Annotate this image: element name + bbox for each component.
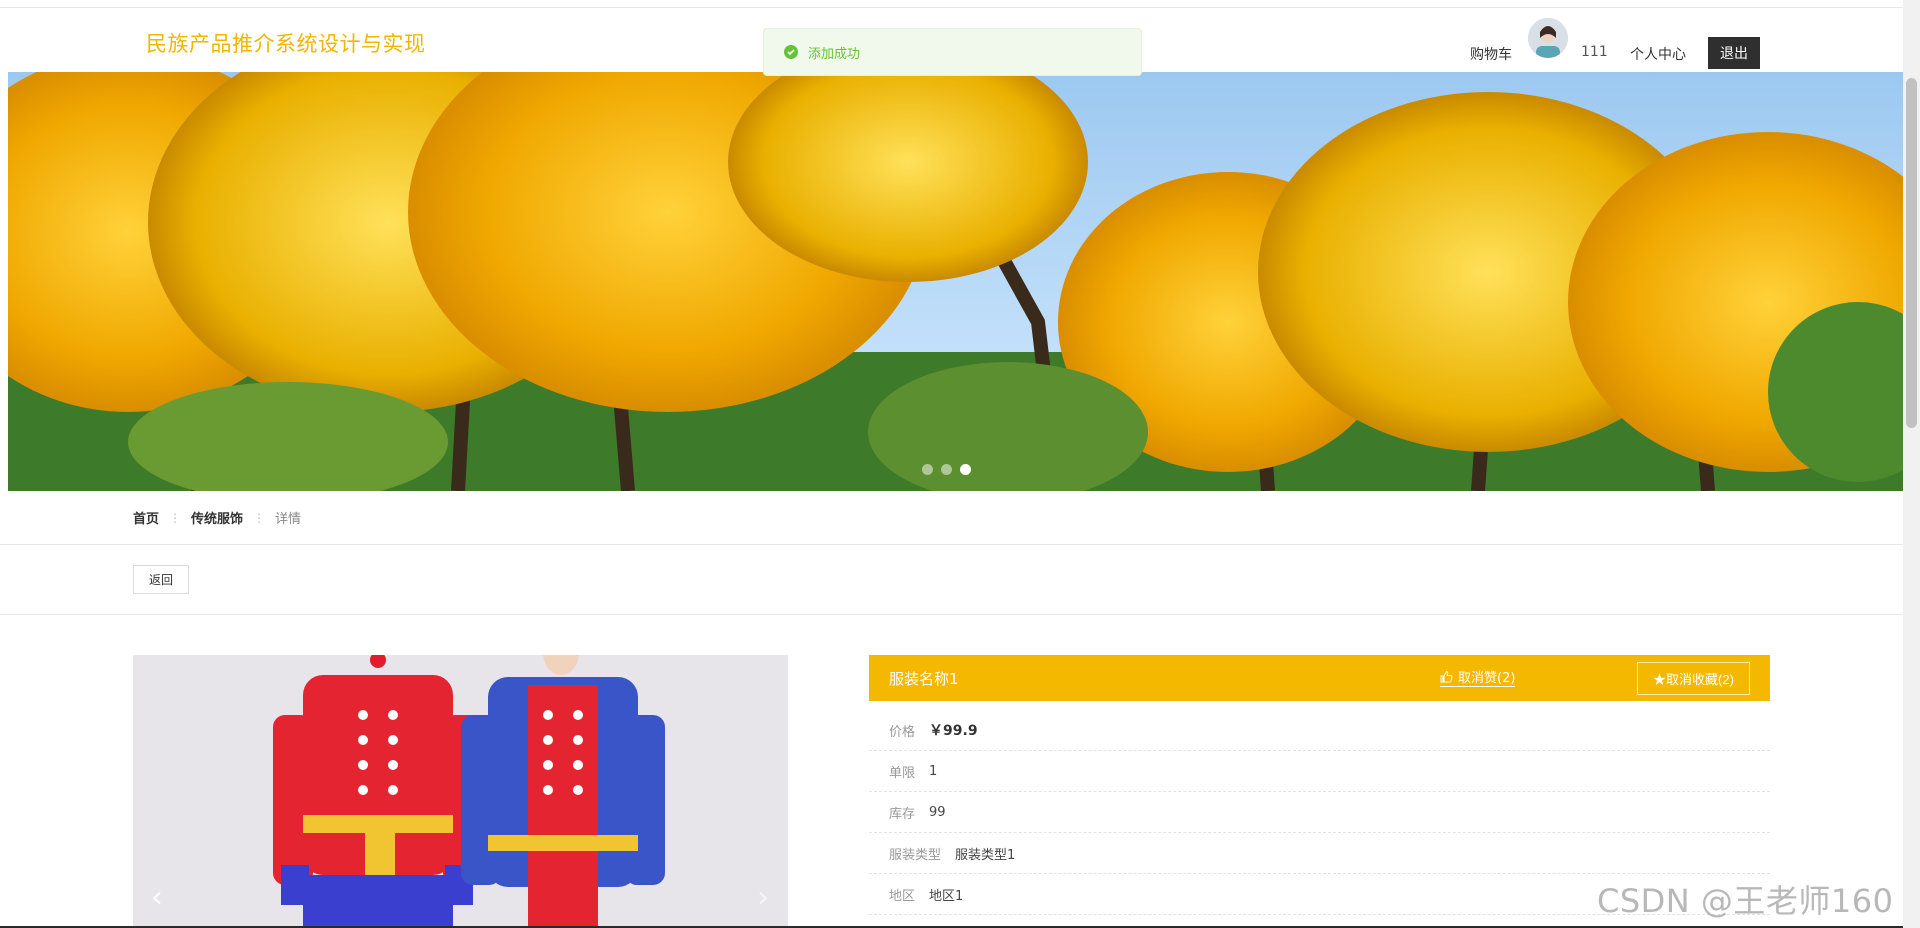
avatar[interactable] [1528, 18, 1568, 58]
breadcrumb-separator: ⋮ [169, 510, 182, 525]
cart-link[interactable]: 购物车 [1470, 44, 1512, 64]
product-image-carousel[interactable] [133, 655, 788, 928]
chevron-right-icon[interactable]: › [748, 880, 778, 915]
carousel-dot-1[interactable] [922, 464, 933, 475]
profile-link[interactable]: 个人中心 [1630, 44, 1686, 64]
logout-button[interactable]: 退出 [1708, 37, 1760, 69]
field-label: 地区 [889, 888, 916, 904]
field-label: 服装类型 [889, 847, 942, 863]
breadcrumb-separator: ⋮ [253, 510, 266, 525]
breadcrumb-category[interactable]: 传统服饰 [191, 508, 243, 527]
site-title: 民族产品推介系统设计与实现 [146, 32, 426, 56]
avatar-image [1528, 18, 1568, 58]
field-label: 库存 [889, 806, 916, 822]
unlike-label: 取消赞(2) [1458, 671, 1516, 686]
stock-value: 99 [929, 804, 946, 820]
scrollbar-thumb[interactable] [1906, 78, 1917, 428]
carousel-dot-2[interactable] [941, 464, 952, 475]
breadcrumb: 首页 ⋮ 传统服饰 ⋮ 详情 [133, 508, 302, 528]
carousel-indicators [922, 464, 971, 475]
info-row-limit: 单限 1 [869, 751, 1770, 792]
limit-value: 1 [929, 763, 938, 779]
divider [0, 614, 1903, 615]
info-row-price: 价格 ￥99.9 [869, 710, 1770, 751]
banner-carousel[interactable] [8, 72, 1903, 491]
carousel-dot-3[interactable] [960, 464, 971, 475]
info-row-type: 服装类型 服装类型1 [869, 833, 1770, 874]
field-label: 价格 [889, 724, 916, 740]
watermark: CSDN @王老师160 [1597, 882, 1894, 920]
unfavorite-button[interactable]: ★取消收藏(2) [1637, 662, 1750, 695]
breadcrumb-current: 详情 [275, 512, 302, 527]
check-circle-icon [784, 45, 798, 59]
info-row-stock: 库存 99 [869, 792, 1770, 833]
product-title: 服装名称1 [889, 669, 959, 688]
region-value: 地区1 [929, 888, 964, 904]
success-toast: 添加成功 [763, 28, 1142, 76]
divider [0, 544, 1903, 545]
username: 111 [1581, 44, 1608, 60]
field-label: 单限 [889, 765, 916, 781]
type-value: 服装类型1 [955, 847, 1016, 863]
toast-message: 添加成功 [808, 46, 861, 62]
thumbs-up-icon [1440, 670, 1453, 683]
back-button[interactable]: 返回 [133, 565, 189, 594]
price-value: ￥99.9 [929, 723, 978, 739]
product-header: 服装名称1 取消赞(2) ★取消收藏(2) [869, 655, 1770, 701]
breadcrumb-home[interactable]: 首页 [133, 508, 159, 527]
top-border [0, 0, 1903, 8]
product-image [133, 655, 788, 928]
banner-image [8, 72, 1903, 491]
chevron-left-icon[interactable]: ‹ [142, 880, 172, 915]
unlike-button[interactable]: 取消赞(2) [1440, 667, 1516, 687]
